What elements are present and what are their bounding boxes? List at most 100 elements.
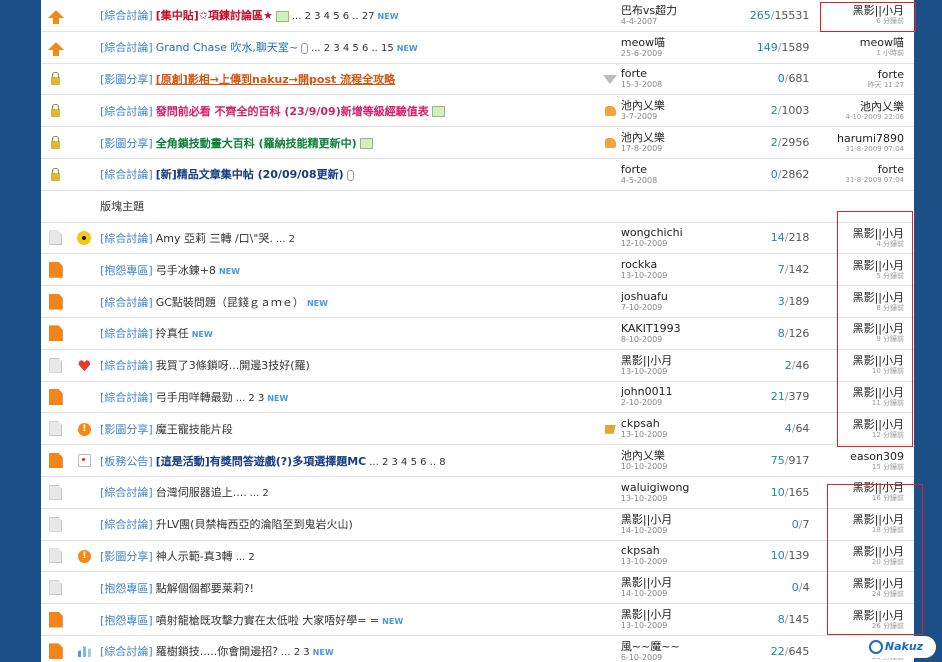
- page-links[interactable]: ... 2 3 4 5 6 .. 27: [292, 11, 375, 22]
- author-link[interactable]: 黑影||小月: [621, 576, 723, 589]
- forum-tag-link[interactable]: [影圖分享]: [100, 137, 153, 150]
- last-post-time[interactable]: 15 分鐘前: [813, 463, 904, 472]
- last-poster-link[interactable]: 黑影||小月: [813, 577, 904, 590]
- thread-title-link[interactable]: 神人示範-真3轉: [156, 550, 233, 563]
- last-poster-link[interactable]: 黑影||小月: [813, 481, 904, 494]
- page-links[interactable]: ... 2 3: [236, 393, 265, 404]
- author-link[interactable]: 黑影||小月: [621, 513, 723, 526]
- author-link[interactable]: ckpsah: [621, 544, 723, 557]
- thread-title-link[interactable]: [集中貼]✩項鍊討論區★: [156, 9, 273, 22]
- last-post-time[interactable]: 1 小時前: [813, 49, 904, 58]
- author-link[interactable]: joshuafu: [621, 290, 723, 303]
- thread-title-link[interactable]: [這是活動]有獎問答遊戲(?)多項選擇題MC: [156, 455, 367, 468]
- last-poster-link[interactable]: 黑影||小月: [813, 354, 904, 367]
- last-poster-link[interactable]: 黑影||小月: [813, 4, 904, 17]
- author-link[interactable]: 風~~魔~~: [621, 640, 723, 653]
- author-link[interactable]: 巴布vs超力: [621, 4, 723, 17]
- forum-tag-link[interactable]: [綜合討論]: [100, 232, 153, 245]
- last-poster-link[interactable]: eason309: [813, 450, 904, 463]
- page-links[interactable]: ... 2 3: [281, 647, 310, 658]
- author-link[interactable]: rockka: [621, 258, 723, 271]
- last-poster-link[interactable]: 黑影||小月: [813, 609, 904, 622]
- thread-title-link[interactable]: 弓手用咩轉最勁: [156, 391, 233, 404]
- author-link[interactable]: john0011: [621, 385, 723, 398]
- forum-tag-link[interactable]: [綜合討論]: [100, 391, 153, 404]
- thread-title-link[interactable]: 羅樹鎖技.....你會開邊招?: [156, 645, 278, 658]
- forum-tag-link[interactable]: [綜合討論]: [100, 105, 153, 118]
- last-post-time[interactable]: 4-10-2009 22:06: [813, 113, 904, 122]
- forum-tag-link[interactable]: [綜合討論]: [100, 486, 153, 499]
- last-poster-link[interactable]: forte: [813, 163, 904, 176]
- page-links[interactable]: ... 2 3 4 5 6 .. 8: [369, 457, 445, 468]
- forum-tag-link[interactable]: [抱怨專區]: [100, 264, 153, 277]
- last-poster-link[interactable]: 黑影||小月: [813, 418, 904, 431]
- author-link[interactable]: wongchichi: [621, 226, 723, 239]
- forum-tag-link[interactable]: [綜合討論]: [100, 359, 153, 372]
- last-post-time[interactable]: 5 分鐘前: [813, 272, 904, 281]
- forum-tag-link[interactable]: [綜合討論]: [100, 518, 153, 531]
- last-post-time[interactable]: 4 分鐘前: [813, 240, 904, 249]
- last-poster-link[interactable]: 黑影||小月: [813, 259, 904, 272]
- last-poster-link[interactable]: 池內乂樂: [813, 100, 904, 113]
- page-links[interactable]: ... 2: [276, 234, 295, 245]
- author-link[interactable]: 黑影||小月: [621, 354, 723, 367]
- author-link[interactable]: KAKIT1993: [621, 322, 723, 335]
- page-links[interactable]: ... 2: [250, 488, 269, 499]
- last-poster-link[interactable]: 黑影||小月: [813, 227, 904, 240]
- thread-title-link[interactable]: 我買了3條鎖呀...開邊3技好(羅): [156, 359, 310, 372]
- forum-tag-link[interactable]: [綜合討論]: [100, 327, 153, 340]
- last-poster-link[interactable]: 黑影||小月: [813, 291, 904, 304]
- thread-title-link[interactable]: Grand Chase 吹水,聊天室~: [156, 41, 298, 54]
- last-post-time[interactable]: 12 分鐘前: [813, 431, 904, 440]
- thread-title-link[interactable]: 噴射龍槍既攻擊力實在太低啦 大家唔好學= =: [156, 614, 379, 627]
- thread-title-link[interactable]: GC點裝問題（昆錢ｇａｍｅ）: [156, 296, 304, 309]
- author-link[interactable]: ckpsah: [621, 417, 723, 430]
- last-poster-link[interactable]: meow喵: [813, 36, 904, 49]
- forum-tag-link[interactable]: [影圖分享]: [100, 423, 153, 436]
- author-link[interactable]: 池內乂樂: [621, 131, 723, 144]
- forum-tag-link[interactable]: [綜合討論]: [100, 168, 153, 181]
- page-links[interactable]: ... 2: [236, 552, 255, 563]
- forum-tag-link[interactable]: [抱怨專區]: [100, 614, 153, 627]
- thread-title-link[interactable]: 全角鎖技動畫大百科 (羅納技能精更新中): [156, 137, 357, 150]
- last-poster-link[interactable]: forte: [813, 68, 904, 81]
- thread-title-link[interactable]: 拎真任: [156, 327, 189, 340]
- thread-title-link[interactable]: 發問前必看 不齊全的百科 (23/9/09)新增等級經驗值表: [156, 105, 429, 118]
- forum-tag-link[interactable]: [板務公告]: [100, 455, 153, 468]
- last-post-time[interactable]: 18 分鐘前: [813, 526, 904, 535]
- last-post-time[interactable]: 6 分鐘前: [813, 17, 904, 26]
- forum-tag-link[interactable]: [綜合討論]: [100, 296, 153, 309]
- last-post-time[interactable]: 9 分鐘前: [813, 335, 904, 344]
- thread-title-link[interactable]: 點解個個都要莱莉?!: [156, 582, 254, 595]
- forum-tag-link[interactable]: [抱怨專區]: [100, 582, 153, 595]
- thread-title-link[interactable]: 魔王寵技能片段: [156, 423, 233, 436]
- thread-title-link[interactable]: 台灣伺服器追上....: [156, 486, 247, 499]
- author-link[interactable]: forte: [621, 67, 723, 80]
- last-post-time[interactable]: 16 分鐘前: [813, 494, 904, 503]
- thread-title-link[interactable]: [新]精品文章集中帖 (20/09/08更新): [156, 168, 344, 181]
- last-poster-link[interactable]: harumi7890: [813, 132, 904, 145]
- last-poster-link[interactable]: 黑影||小月: [813, 545, 904, 558]
- last-poster-link[interactable]: 黑影||小月: [813, 513, 904, 526]
- last-post-time[interactable]: 24 分鐘前: [813, 590, 904, 599]
- author-link[interactable]: 池內乂樂: [621, 99, 723, 112]
- thread-title-link[interactable]: 弓手冰錬+8: [156, 264, 216, 277]
- author-link[interactable]: 黑影||小月: [621, 608, 723, 621]
- thread-title-link[interactable]: [原創]影相→上傳到nakuz→開post 流程全攻略: [156, 73, 395, 86]
- last-post-time[interactable]: 31-8-2009 07:04: [813, 176, 904, 185]
- last-post-time[interactable]: 31-8-2009 07:04: [813, 145, 904, 154]
- author-link[interactable]: waluigiwong: [621, 481, 723, 494]
- last-post-time[interactable]: 8 分鐘前: [813, 304, 904, 313]
- thread-title-link[interactable]: 升LV團(貝禁梅西亞的淪陷至到鬼岩火山): [156, 518, 353, 531]
- last-post-time[interactable]: 昨天 11:27: [813, 81, 904, 90]
- page-links[interactable]: ... 2 3 4 5 6 .. 15: [311, 43, 394, 54]
- last-post-time[interactable]: 26 分鐘前: [813, 622, 904, 631]
- author-link[interactable]: 池內乂樂: [621, 449, 723, 462]
- forum-tag-link[interactable]: [綜合討論]: [100, 9, 153, 22]
- author-link[interactable]: meow喵: [621, 36, 723, 49]
- thread-title-link[interactable]: Amy 亞莉 三轉 /口\"哭.: [156, 232, 273, 245]
- forum-tag-link[interactable]: [影圖分享]: [100, 73, 153, 86]
- forum-tag-link[interactable]: [影圖分享]: [100, 550, 153, 563]
- author-link[interactable]: forte: [621, 163, 723, 176]
- forum-tag-link[interactable]: [綜合討論]: [100, 41, 153, 54]
